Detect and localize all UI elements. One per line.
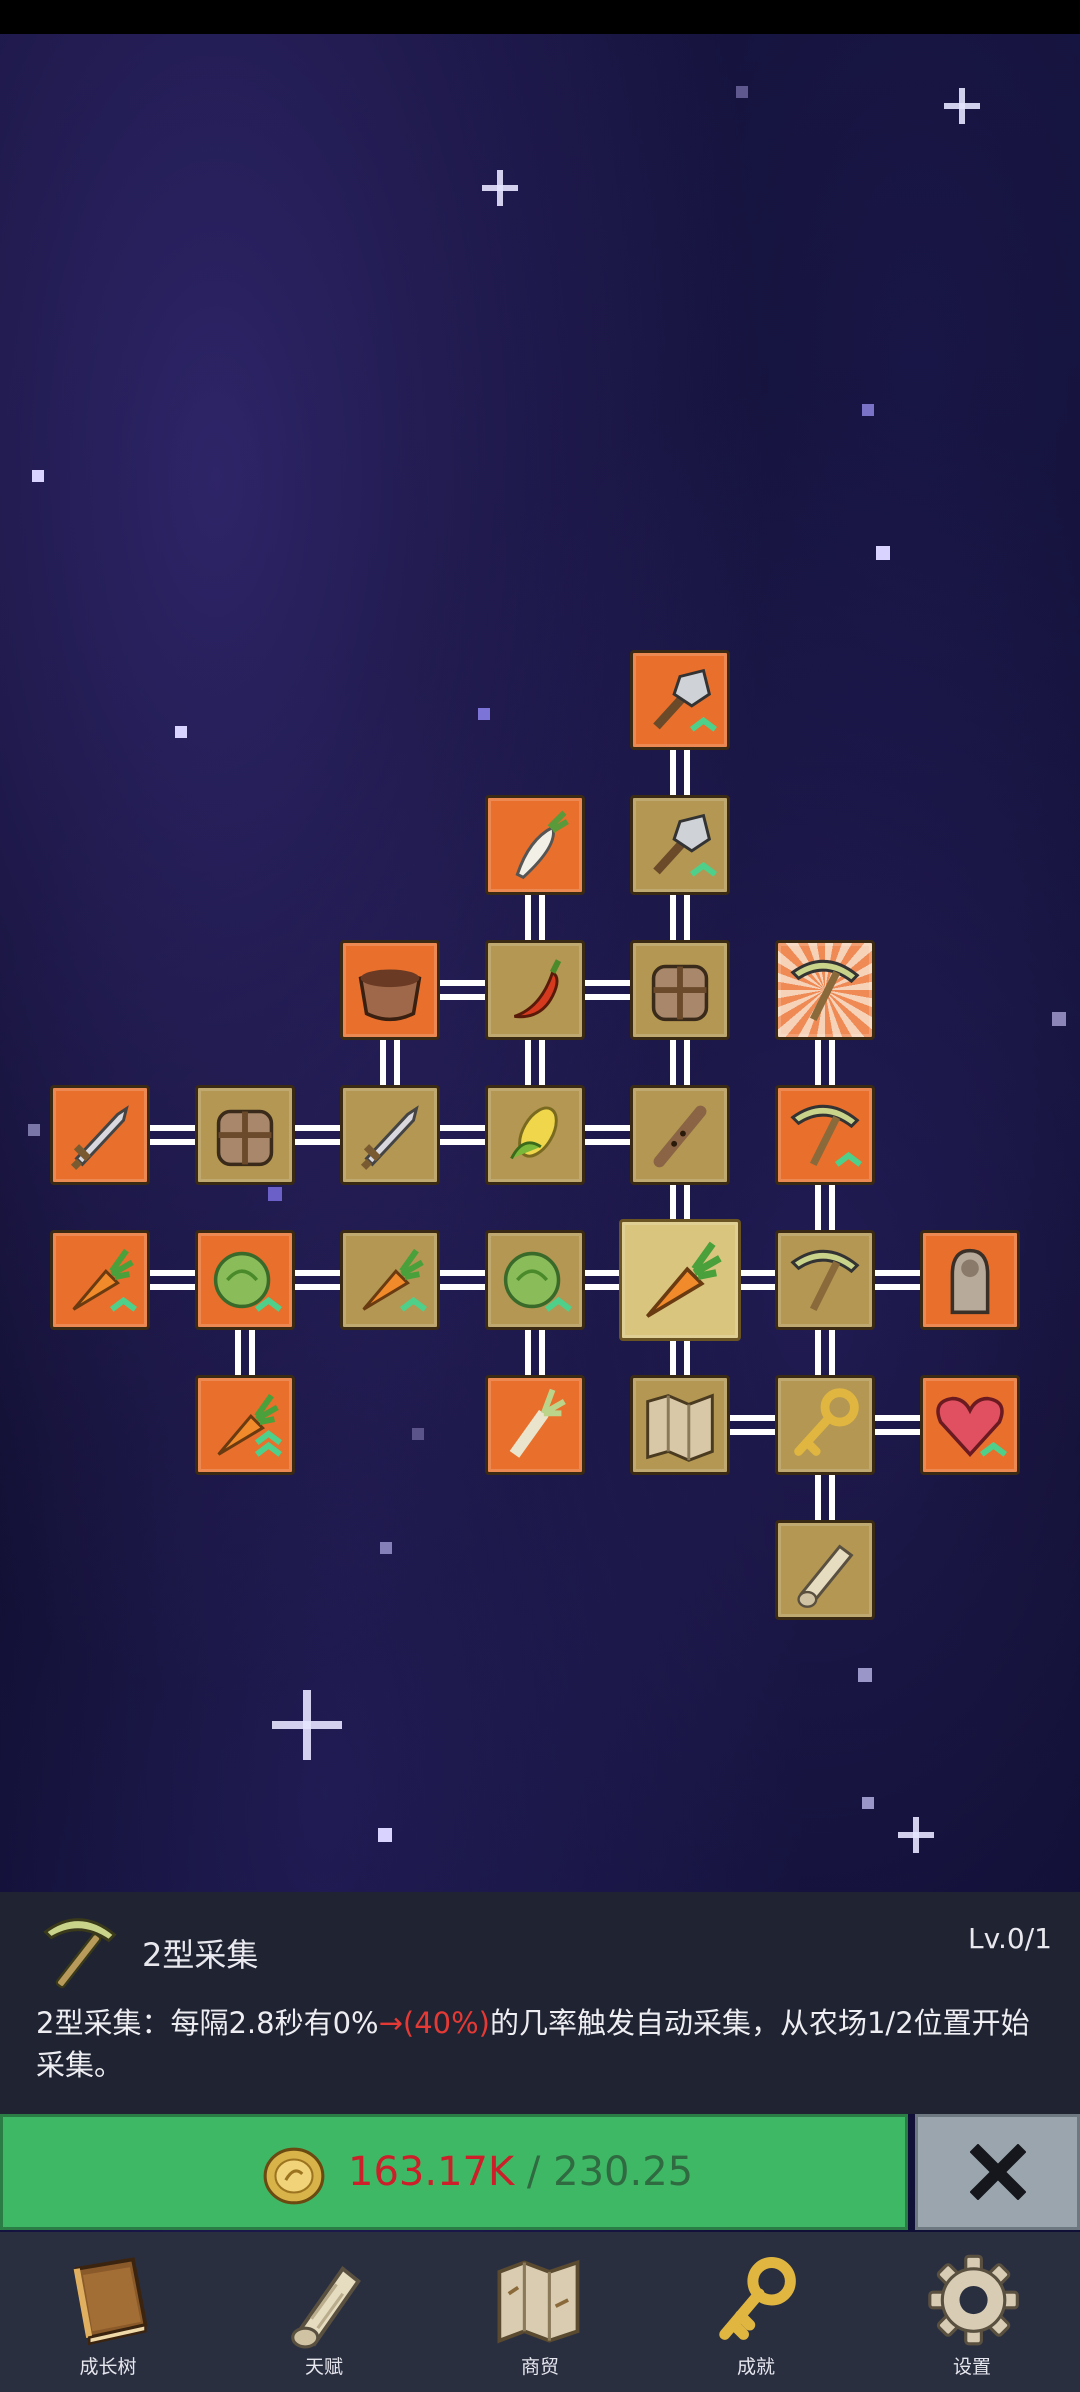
sword-icon <box>70 1105 129 1170</box>
nav-label: 成长树 <box>79 2356 137 2378</box>
pot-icon <box>358 969 422 1022</box>
carrot-up-icon <box>72 1248 138 1312</box>
skill-description-text: 2型采集：每隔2.8秒有0% <box>36 2006 379 2040</box>
skill-node-pickaxe[interactable] <box>775 940 875 1040</box>
skill-node-pickaxe[interactable] <box>775 1230 875 1330</box>
book-icon <box>73 2257 148 2346</box>
skill-node-shovel-up[interactable] <box>630 650 730 750</box>
skill-node-carrot-up[interactable] <box>50 1230 150 1330</box>
skill-node-radish[interactable] <box>485 795 585 895</box>
bottom-nav: 成长树 天赋 商贸 成就 设置 <box>0 2232 1080 2392</box>
skill-node-flute[interactable] <box>630 1085 730 1185</box>
cabbage-up-icon <box>503 1251 573 1312</box>
radish-icon <box>515 810 569 880</box>
coin-icon <box>263 2147 325 2205</box>
key-icon <box>719 2257 796 2340</box>
shovel-up-icon <box>653 668 718 732</box>
upgrade-cost: 163.17K / 230.25 <box>348 2149 693 2195</box>
gear-icon <box>928 2254 1019 2346</box>
upgrade-button[interactable]: 163.17K / 230.25 <box>0 2114 908 2230</box>
chili-icon <box>513 959 562 1019</box>
skill-node-backpack[interactable] <box>195 1085 295 1185</box>
pickaxe-icon <box>43 1918 117 1989</box>
skill-node-corn[interactable] <box>485 1085 585 1185</box>
skill-node-statue[interactable] <box>920 1230 1020 1330</box>
cost-price: 163.17K <box>348 2149 515 2195</box>
skill-level: Lv.0/1 <box>968 1922 1052 1955</box>
nav-talent[interactable]: 天赋 <box>216 2232 432 2392</box>
skill-node-carrot-up2[interactable] <box>195 1375 295 1475</box>
skill-node-carrot-up[interactable] <box>340 1230 440 1330</box>
skill-node-cabbage-up[interactable] <box>195 1230 295 1330</box>
nav-label: 成就 <box>736 2356 775 2378</box>
nav-trade[interactable]: 商贸 <box>432 2232 648 2392</box>
sword-icon <box>360 1105 419 1170</box>
close-button[interactable] <box>915 2114 1080 2230</box>
scroll-icon <box>797 1544 854 1608</box>
nav-label: 商贸 <box>520 2356 559 2378</box>
skill-node-shovel-up[interactable] <box>630 795 730 895</box>
skill-node-map[interactable] <box>630 1375 730 1475</box>
skill-node-heart-up[interactable] <box>920 1375 1020 1475</box>
skill-node-sword[interactable] <box>340 1085 440 1185</box>
backpack-icon <box>651 964 709 1022</box>
skill-info-panel: 2型采集 Lv.0/1 2型采集：每隔2.8秒有0%→(40%)的几率触发自动采… <box>0 1892 1080 2114</box>
statue-icon <box>950 1248 990 1315</box>
nav-achievement[interactable]: 成就 <box>648 2232 864 2392</box>
skill-upgrade-value: →(40%) <box>378 2006 490 2040</box>
flute-icon <box>653 1105 707 1168</box>
skill-node-carrot[interactable] <box>619 1219 741 1341</box>
skill-node-chili[interactable] <box>485 940 585 1040</box>
cabbage-up-icon <box>213 1251 283 1312</box>
skill-node-leek[interactable] <box>485 1375 585 1475</box>
pickaxe-icon <box>790 1249 860 1312</box>
skill-node-backpack[interactable] <box>630 940 730 1040</box>
skill-node-pickaxe-up[interactable] <box>775 1085 875 1185</box>
carrot-up2-icon <box>217 1393 283 1457</box>
nav-label: 设置 <box>952 2356 991 2378</box>
skill-node-pot[interactable] <box>340 940 440 1040</box>
nav-growth-tree[interactable]: 成长树 <box>0 2232 216 2392</box>
nav-settings[interactable]: 设置 <box>864 2232 1080 2392</box>
backpack-icon <box>216 1109 274 1167</box>
carrot-up-icon <box>362 1248 428 1312</box>
skill-node-cabbage-up[interactable] <box>485 1230 585 1330</box>
shovel-up-icon <box>653 813 718 877</box>
leek-icon <box>509 1388 566 1458</box>
skill-description: 2型采集：每隔2.8秒有0%→(40%)的几率触发自动采集，从农场1/2位置开始… <box>36 2002 1046 2086</box>
pickaxe-icon <box>790 959 860 1022</box>
growth-tree <box>0 0 1080 1890</box>
key-icon <box>794 1388 859 1456</box>
skill-node-scroll[interactable] <box>775 1520 875 1620</box>
nav-label: 天赋 <box>304 2356 343 2378</box>
carrot-icon <box>645 1241 722 1318</box>
skill-name: 2型采集 <box>142 1936 259 1974</box>
corn-icon <box>510 1106 558 1160</box>
cost-separator: / <box>526 2149 541 2195</box>
scroll-icon <box>291 2266 361 2349</box>
heart-up-icon <box>936 1396 1008 1457</box>
space-background: 2型采集 Lv.0/1 2型采集：每隔2.8秒有0%→(40%)的几率触发自动采… <box>0 0 1080 2392</box>
pickaxe-up-icon <box>790 1104 863 1167</box>
close-icon <box>969 2144 1026 2200</box>
skill-node-sword[interactable] <box>50 1085 150 1185</box>
cost-owned: 230.25 <box>553 2149 694 2195</box>
map-icon <box>646 1393 714 1462</box>
map-icon <box>497 2259 580 2344</box>
skill-node-key[interactable] <box>775 1375 875 1475</box>
